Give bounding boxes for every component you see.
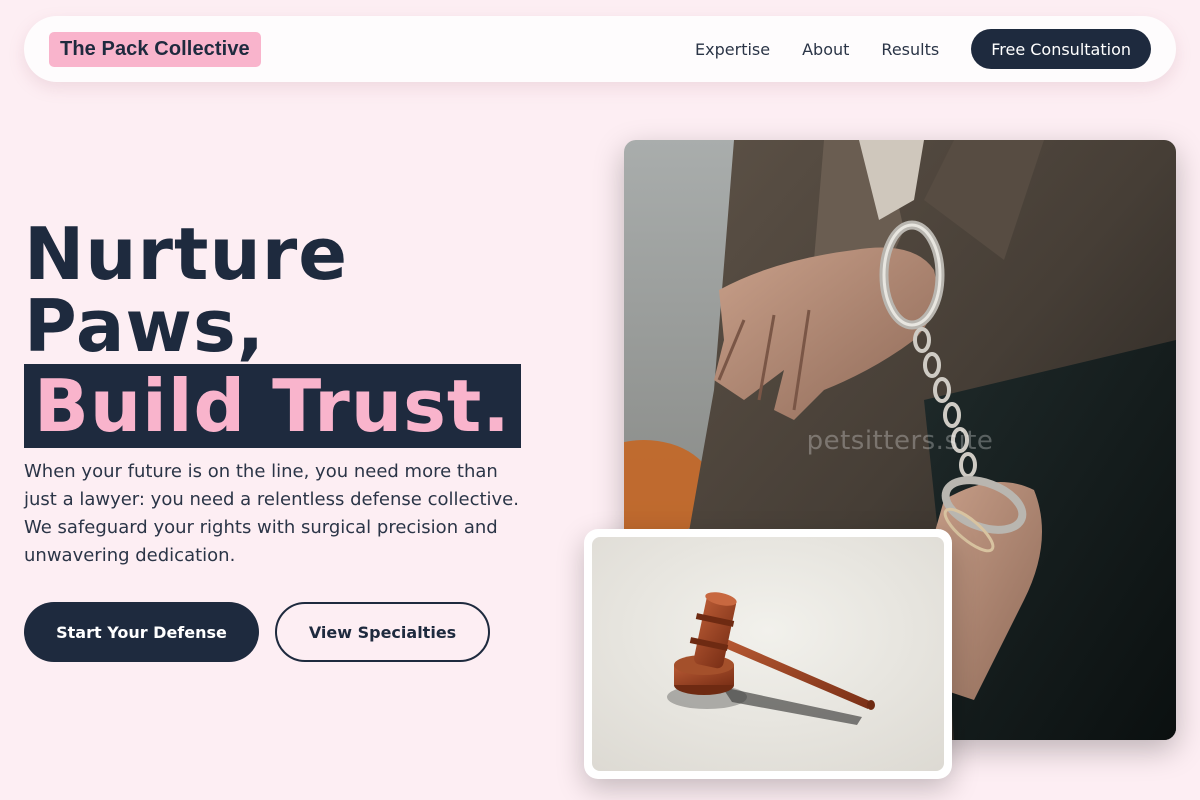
view-specialties-button[interactable]: View Specialties <box>275 602 490 662</box>
gavel-photo <box>592 537 944 771</box>
free-consultation-button[interactable]: Free Consultation <box>971 29 1151 69</box>
headline-line-2: Paws, <box>24 284 266 368</box>
nav-link-results[interactable]: Results <box>881 40 939 59</box>
gavel-photo-card <box>584 529 952 779</box>
headline-highlight: Build Trust. <box>24 364 521 448</box>
hero-headline: Nurture Paws, Build Trust. <box>24 218 521 448</box>
top-navigation: The Pack Collective Expertise About Resu… <box>24 16 1176 82</box>
brand-logo[interactable]: The Pack Collective <box>49 31 261 67</box>
nav-link-expertise[interactable]: Expertise <box>695 40 770 59</box>
image-watermark: petsitters.site <box>806 426 994 456</box>
hero-description: When your future is on the line, you nee… <box>24 461 519 566</box>
nav-link-about[interactable]: About <box>802 40 849 59</box>
headline-line-1: Nurture <box>24 212 349 296</box>
nav-links: Expertise About Results Free Consultatio… <box>695 29 1151 69</box>
gavel-icon <box>592 537 944 771</box>
start-defense-button[interactable]: Start Your Defense <box>24 602 259 662</box>
